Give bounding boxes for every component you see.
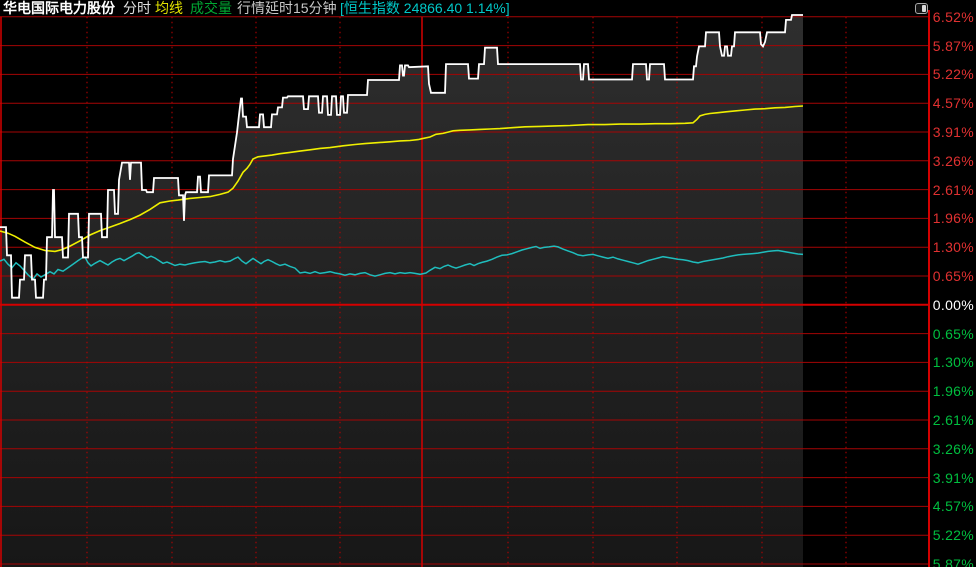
chart-plot-area[interactable] <box>0 0 976 567</box>
y-axis-label: 0.65% <box>908 267 974 285</box>
y-axis-label: 0.00% <box>908 296 974 314</box>
y-axis-label: 1.30% <box>908 353 974 371</box>
delay-notice: 行情延时15分钟 <box>237 0 337 17</box>
stock-name: 华电国际电力股份 <box>3 0 115 17</box>
y-axis-label: 4.57% <box>908 497 974 515</box>
y-axis-label: 1.96% <box>908 382 974 400</box>
tab-average-line[interactable]: 均线 <box>155 0 183 17</box>
index-quote[interactable]: [恒生指数 24866.40 1.14%] <box>340 0 510 17</box>
chart-fill <box>0 15 803 567</box>
y-axis-label: 3.91% <box>908 123 974 141</box>
y-axis-label: 5.87% <box>908 555 974 567</box>
tab-volume[interactable]: 成交量 <box>190 0 232 17</box>
y-axis-label: 5.22% <box>908 526 974 544</box>
y-axis-label: 2.61% <box>908 411 974 429</box>
y-axis-label: 2.61% <box>908 181 974 199</box>
tab-minute-chart[interactable]: 分时 <box>123 0 151 17</box>
y-axis-label: 5.22% <box>908 65 974 83</box>
y-axis-label: 0.65% <box>908 325 974 343</box>
intraday-chart-screen: 华电国际电力股份 分时 均线 成交量 行情延时15分钟 [恒生指数 24866.… <box>0 0 976 567</box>
y-axis-label: 5.87% <box>908 37 974 55</box>
y-axis-label: 3.26% <box>908 152 974 170</box>
y-axis-label: 3.26% <box>908 440 974 458</box>
y-axis-label: 4.57% <box>908 94 974 112</box>
header: 华电国际电力股份 分时 均线 成交量 行情延时15分钟 [恒生指数 24866.… <box>0 0 976 18</box>
y-axis-label: 1.96% <box>908 209 974 227</box>
y-axis-label: 3.91% <box>908 469 974 487</box>
panel-toggle-icon[interactable] <box>915 3 928 14</box>
y-axis-label: 1.30% <box>908 238 974 256</box>
